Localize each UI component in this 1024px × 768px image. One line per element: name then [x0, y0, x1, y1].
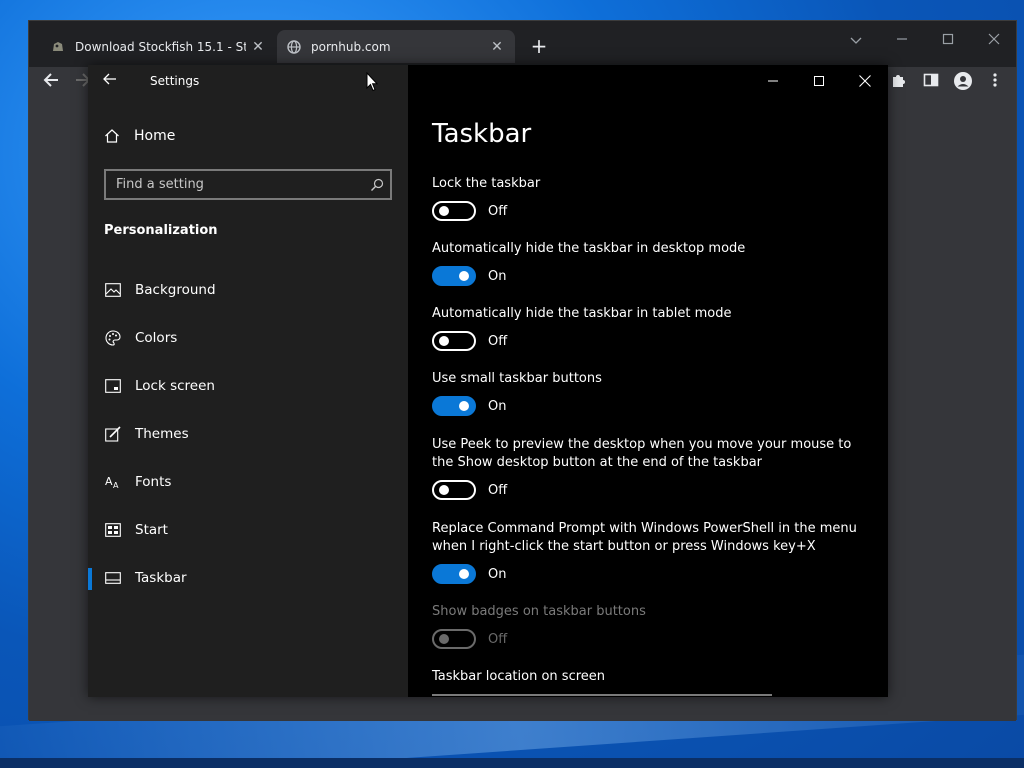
setting-label: Use Peek to preview the desktop when you…: [432, 437, 852, 470]
toggle-state: Off: [488, 333, 508, 349]
tab-active[interactable]: pornhub.com ✕: [277, 30, 515, 63]
sidebar-item-label: Themes: [135, 426, 189, 442]
maximize-icon[interactable]: [933, 27, 963, 55]
setting-autohide-tablet: Automatically hide the taskbar in tablet…: [432, 305, 872, 351]
close-tab-icon[interactable]: ✕: [250, 39, 266, 55]
setting-powershell: Replace Command Prompt with Windows Powe…: [432, 520, 872, 584]
globe-icon: [287, 39, 301, 54]
nav-home-label: Home: [134, 128, 176, 144]
home-icon: [105, 129, 119, 143]
tab-title: Download Stockfish 15.1 - Stockf: [75, 39, 246, 54]
sidebar-item-label: Lock screen: [135, 378, 215, 394]
svg-text:A: A: [105, 475, 113, 488]
toggle-state: On: [488, 268, 507, 284]
themes-icon: [104, 425, 122, 443]
sidebar-item-colors[interactable]: Colors: [88, 318, 408, 358]
close-window-icon[interactable]: [979, 27, 1009, 55]
sidebar-item-label: Taskbar: [135, 570, 187, 586]
close-tab-icon[interactable]: ✕: [489, 39, 505, 55]
svg-text:A: A: [113, 481, 119, 490]
back-arrow-icon[interactable]: [102, 71, 122, 91]
taskbar-icon: [104, 569, 122, 587]
tab-title: pornhub.com: [311, 39, 391, 54]
side-panel-icon[interactable]: [919, 71, 943, 95]
setting-label: Show badges on taskbar buttons: [432, 604, 646, 619]
image-icon: [104, 281, 122, 299]
search-icon[interactable]: [370, 177, 384, 191]
toggle-switch[interactable]: [432, 201, 476, 221]
settings-main-pane: Taskbar Lock the taskbar Off Automatical…: [408, 65, 888, 697]
lock-screen-icon: [104, 377, 122, 395]
toggle-switch: [432, 629, 476, 649]
minimize-icon[interactable]: [750, 65, 796, 97]
toggle-state: Off: [488, 482, 508, 498]
sidebar-item-fonts[interactable]: AA Fonts: [88, 462, 408, 502]
desktop-taskbar-edge: [0, 758, 1024, 768]
stockfish-favicon-icon: [51, 40, 65, 54]
minimize-icon[interactable]: [887, 27, 917, 55]
start-icon: [104, 521, 122, 539]
setting-label: Use small taskbar buttons: [432, 371, 602, 386]
setting-lock-taskbar: Lock the taskbar Off: [432, 175, 872, 221]
sidebar-item-label: Colors: [135, 330, 178, 346]
sidebar-item-start[interactable]: Start: [88, 510, 408, 550]
location-dropdown[interactable]: [432, 694, 772, 697]
close-window-icon[interactable]: [842, 65, 888, 97]
nav-home[interactable]: Home: [104, 128, 175, 144]
sidebar-item-lock-screen[interactable]: Lock screen: [88, 366, 408, 406]
palette-icon: [104, 329, 122, 347]
sidebar-item-background[interactable]: Background: [88, 270, 408, 310]
sidebar-item-themes[interactable]: Themes: [88, 414, 408, 454]
more-menu-icon[interactable]: [983, 71, 1007, 95]
setting-badges: Show badges on taskbar buttons Off: [432, 603, 872, 649]
section-heading: Personalization: [104, 223, 218, 238]
toggle-switch[interactable]: [432, 564, 476, 584]
setting-label: Automatically hide the taskbar in tablet…: [432, 306, 732, 321]
new-tab-button[interactable]: +: [529, 35, 549, 57]
tab-stockfish[interactable]: Download Stockfish 15.1 - Stockf ✕: [41, 30, 276, 63]
settings-sidebar: Settings Home Personalization Background…: [88, 65, 408, 697]
tab-strip: Download Stockfish 15.1 - Stockf ✕ pornh…: [29, 21, 1016, 67]
settings-window: Settings Home Personalization Background…: [88, 65, 888, 697]
setting-label: Taskbar location on screen: [432, 669, 606, 684]
profile-avatar-icon[interactable]: [951, 71, 975, 95]
sidebar-item-taskbar[interactable]: Taskbar: [88, 558, 408, 598]
sidebar-item-label: Fonts: [135, 474, 172, 490]
toggle-switch[interactable]: [432, 266, 476, 286]
setting-label: Automatically hide the taskbar in deskto…: [432, 241, 746, 256]
setting-autohide-desktop: Automatically hide the taskbar in deskto…: [432, 240, 872, 286]
back-arrow-icon[interactable]: [39, 71, 63, 95]
setting-location: Taskbar location on screen: [432, 668, 872, 686]
setting-label: Lock the taskbar: [432, 176, 541, 191]
sidebar-item-label: Start: [135, 522, 168, 538]
extensions-puzzle-icon[interactable]: [887, 71, 911, 95]
toggle-switch[interactable]: [432, 331, 476, 351]
fonts-icon: AA: [104, 473, 122, 491]
toggle-switch[interactable]: [432, 480, 476, 500]
tab-search-icon[interactable]: [841, 27, 871, 55]
settings-title: Settings: [150, 74, 200, 88]
page-title: Taskbar: [432, 119, 532, 149]
sidebar-item-label: Background: [135, 282, 216, 298]
toggle-state: On: [488, 398, 507, 414]
search-input[interactable]: [104, 169, 392, 200]
toggle-state: On: [488, 566, 507, 582]
maximize-icon[interactable]: [796, 65, 842, 97]
setting-small-buttons: Use small taskbar buttons On: [432, 370, 872, 416]
toggle-switch[interactable]: [432, 396, 476, 416]
setting-peek: Use Peek to preview the desktop when you…: [432, 436, 872, 500]
mouse-cursor-icon: [366, 72, 378, 92]
toggle-state: Off: [488, 631, 508, 647]
setting-label: Replace Command Prompt with Windows Powe…: [432, 521, 857, 554]
toggle-state: Off: [488, 203, 508, 219]
